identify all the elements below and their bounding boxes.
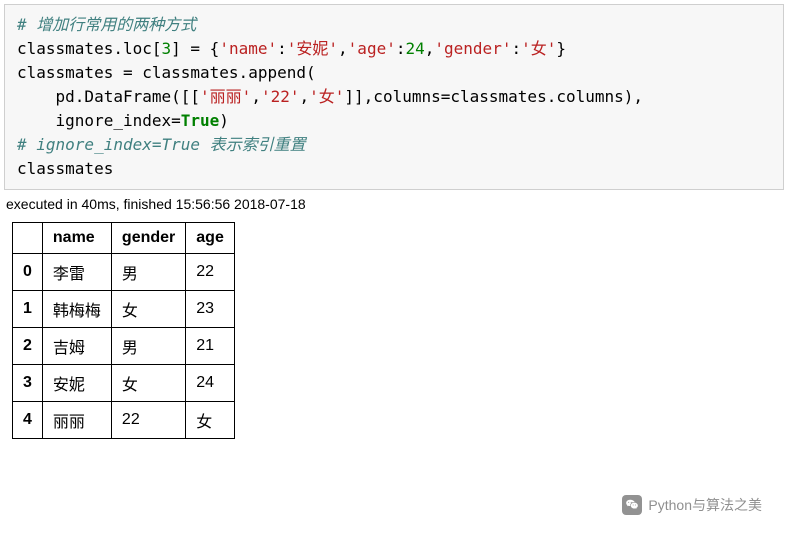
row-index: 0 — [13, 254, 43, 291]
code-keyword: True — [181, 111, 220, 130]
watermark-text: Python与算法之美 — [648, 495, 762, 515]
watermark: Python与算法之美 — [622, 495, 762, 515]
row-index: 2 — [13, 328, 43, 365]
code-string: '安妮' — [287, 39, 338, 58]
code-string: '丽丽' — [200, 87, 251, 106]
code-text: ) — [219, 111, 229, 130]
cell-age: 女 — [186, 402, 235, 439]
cell-name: 韩梅梅 — [42, 291, 111, 328]
code-input-cell[interactable]: # 增加行常用的两种方式 classmates.loc[3] = {'name'… — [4, 4, 784, 190]
wechat-icon — [622, 495, 642, 515]
code-text: ]],columns=classmates.columns), — [344, 87, 643, 106]
table-row: 4丽丽22女 — [13, 402, 235, 439]
table-row: 2吉姆男21 — [13, 328, 235, 365]
cell-age: 22 — [186, 254, 235, 291]
code-text: classmates.loc[ — [17, 39, 162, 58]
table-header-row: name gender age — [13, 223, 235, 254]
cell-name: 李雷 — [42, 254, 111, 291]
row-index: 3 — [13, 365, 43, 402]
execution-info: executed in 40ms, finished 15:56:56 2018… — [0, 194, 788, 218]
code-text: ] = { — [171, 39, 219, 58]
cell-age: 21 — [186, 328, 235, 365]
code-comment: # ignore_index=True 表示索引重置 — [17, 135, 306, 154]
cell-name: 丽丽 — [42, 402, 111, 439]
cell-gender: 女 — [111, 291, 185, 328]
code-string: '女' — [521, 39, 556, 58]
code-text: classmates — [17, 159, 113, 178]
cell-name: 吉姆 — [42, 328, 111, 365]
cell-gender: 男 — [111, 254, 185, 291]
row-index: 1 — [13, 291, 43, 328]
table-header-age: age — [186, 223, 235, 254]
code-number: 3 — [162, 39, 172, 58]
code-text: pd.DataFrame([[ — [17, 87, 200, 106]
code-comment: # 增加行常用的两种方式 — [17, 15, 196, 34]
table-header-index — [13, 223, 43, 254]
code-string: '22' — [261, 87, 300, 106]
row-index: 4 — [13, 402, 43, 439]
code-number: 24 — [405, 39, 424, 58]
cell-age: 24 — [186, 365, 235, 402]
code-text: classmates = classmates.append( — [17, 63, 316, 82]
output-dataframe-table: name gender age 0李雷男22 1韩梅梅女23 2吉姆男21 3安… — [12, 222, 235, 439]
table-row: 0李雷男22 — [13, 254, 235, 291]
table-header-name: name — [42, 223, 111, 254]
code-string: '女' — [309, 87, 344, 106]
cell-age: 23 — [186, 291, 235, 328]
code-string: 'gender' — [434, 39, 511, 58]
cell-gender: 男 — [111, 328, 185, 365]
code-text: } — [556, 39, 566, 58]
cell-name: 安妮 — [42, 365, 111, 402]
code-text: ignore_index= — [17, 111, 181, 130]
code-string: 'name' — [219, 39, 277, 58]
table-row: 1韩梅梅女23 — [13, 291, 235, 328]
cell-gender: 22 — [111, 402, 185, 439]
cell-gender: 女 — [111, 365, 185, 402]
table-header-gender: gender — [111, 223, 185, 254]
table-row: 3安妮女24 — [13, 365, 235, 402]
code-string: 'age' — [348, 39, 396, 58]
